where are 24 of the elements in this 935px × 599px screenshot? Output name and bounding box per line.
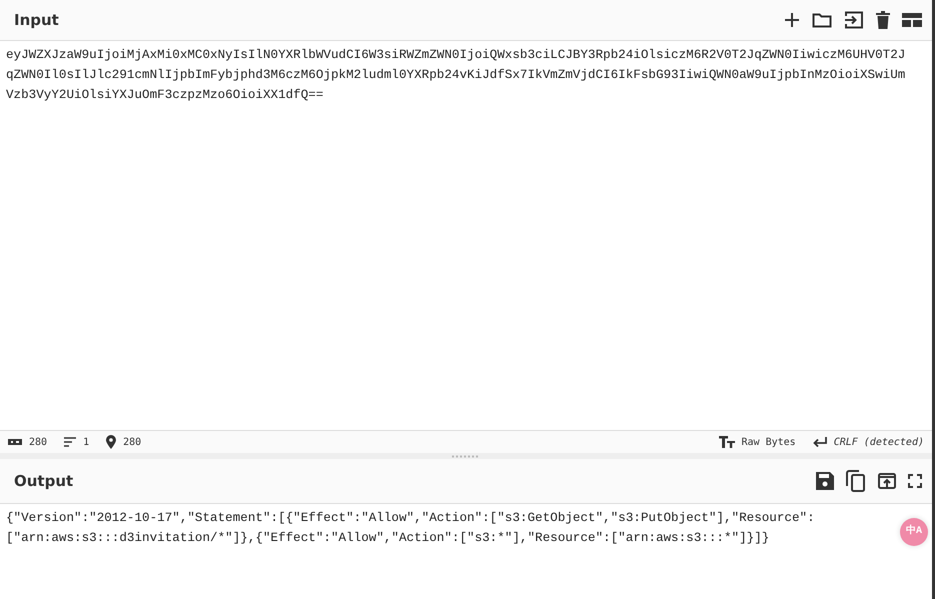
trash-icon[interactable] bbox=[876, 11, 890, 29]
import-icon[interactable] bbox=[844, 11, 864, 29]
panel-title: Input bbox=[14, 11, 59, 29]
text-size-icon bbox=[718, 436, 734, 448]
panel-title: Output bbox=[14, 472, 74, 490]
eol-label[interactable]: CRLF (detected) bbox=[834, 436, 924, 448]
line-count: 1 bbox=[83, 436, 90, 448]
input-field[interactable]: eyJWZXJzaW9uIjoiMjAxMi0xMC0xNyIsIlN0YXRlbWVudCI6W3siRWZmZWN0IjoiQWxsb3ciLCJBY3Rpb24iOlsiczM6R2V0T2JqZWN0IiwiczM6UHV0T2J qZWN0Il0sIlJlc291cmNlIjpbImFybjphd3M6czM6OjpkM2ludml0YXRpb24vKiJdfSx7IkVmZmVjdCI6IkFsbG93IiwiQWN0aW9uIjpbInMzOioiXSwiUm Vzb3VyY2UiOlsiYXJuOmF3czpzMzo6OioiXX1dfQ== bbox=[0, 41, 932, 430]
lines-icon bbox=[64, 437, 76, 447]
fullscreen-icon[interactable] bbox=[908, 474, 922, 488]
open-in-input-icon[interactable] bbox=[878, 473, 896, 489]
save-icon[interactable] bbox=[816, 472, 834, 490]
length-icon bbox=[8, 439, 22, 445]
location-pin-icon bbox=[106, 435, 116, 449]
output-field: {"Version":"2012-10-17","Statement":[{"Effect":"Allow","Action":["s3:GetObject","s3:PutObject"],"Resource": ["arn:aws:s3:::d3invitation/*"]},{"Effect":"Allow","Action":["s3:*"],"Resource":["arn:aws:s3:::*"]}]} 中A bbox=[0, 504, 932, 599]
resize-handle[interactable] bbox=[451, 454, 481, 458]
cursor-position: 280 bbox=[123, 436, 142, 448]
copy-icon[interactable] bbox=[846, 470, 866, 492]
add-icon[interactable] bbox=[784, 12, 800, 28]
length-count: 280 bbox=[29, 436, 48, 448]
layout-icon[interactable] bbox=[902, 13, 922, 27]
return-arrow-icon bbox=[812, 437, 827, 447]
folder-icon[interactable] bbox=[812, 12, 832, 28]
encoding-label[interactable]: Raw Bytes bbox=[742, 436, 796, 448]
